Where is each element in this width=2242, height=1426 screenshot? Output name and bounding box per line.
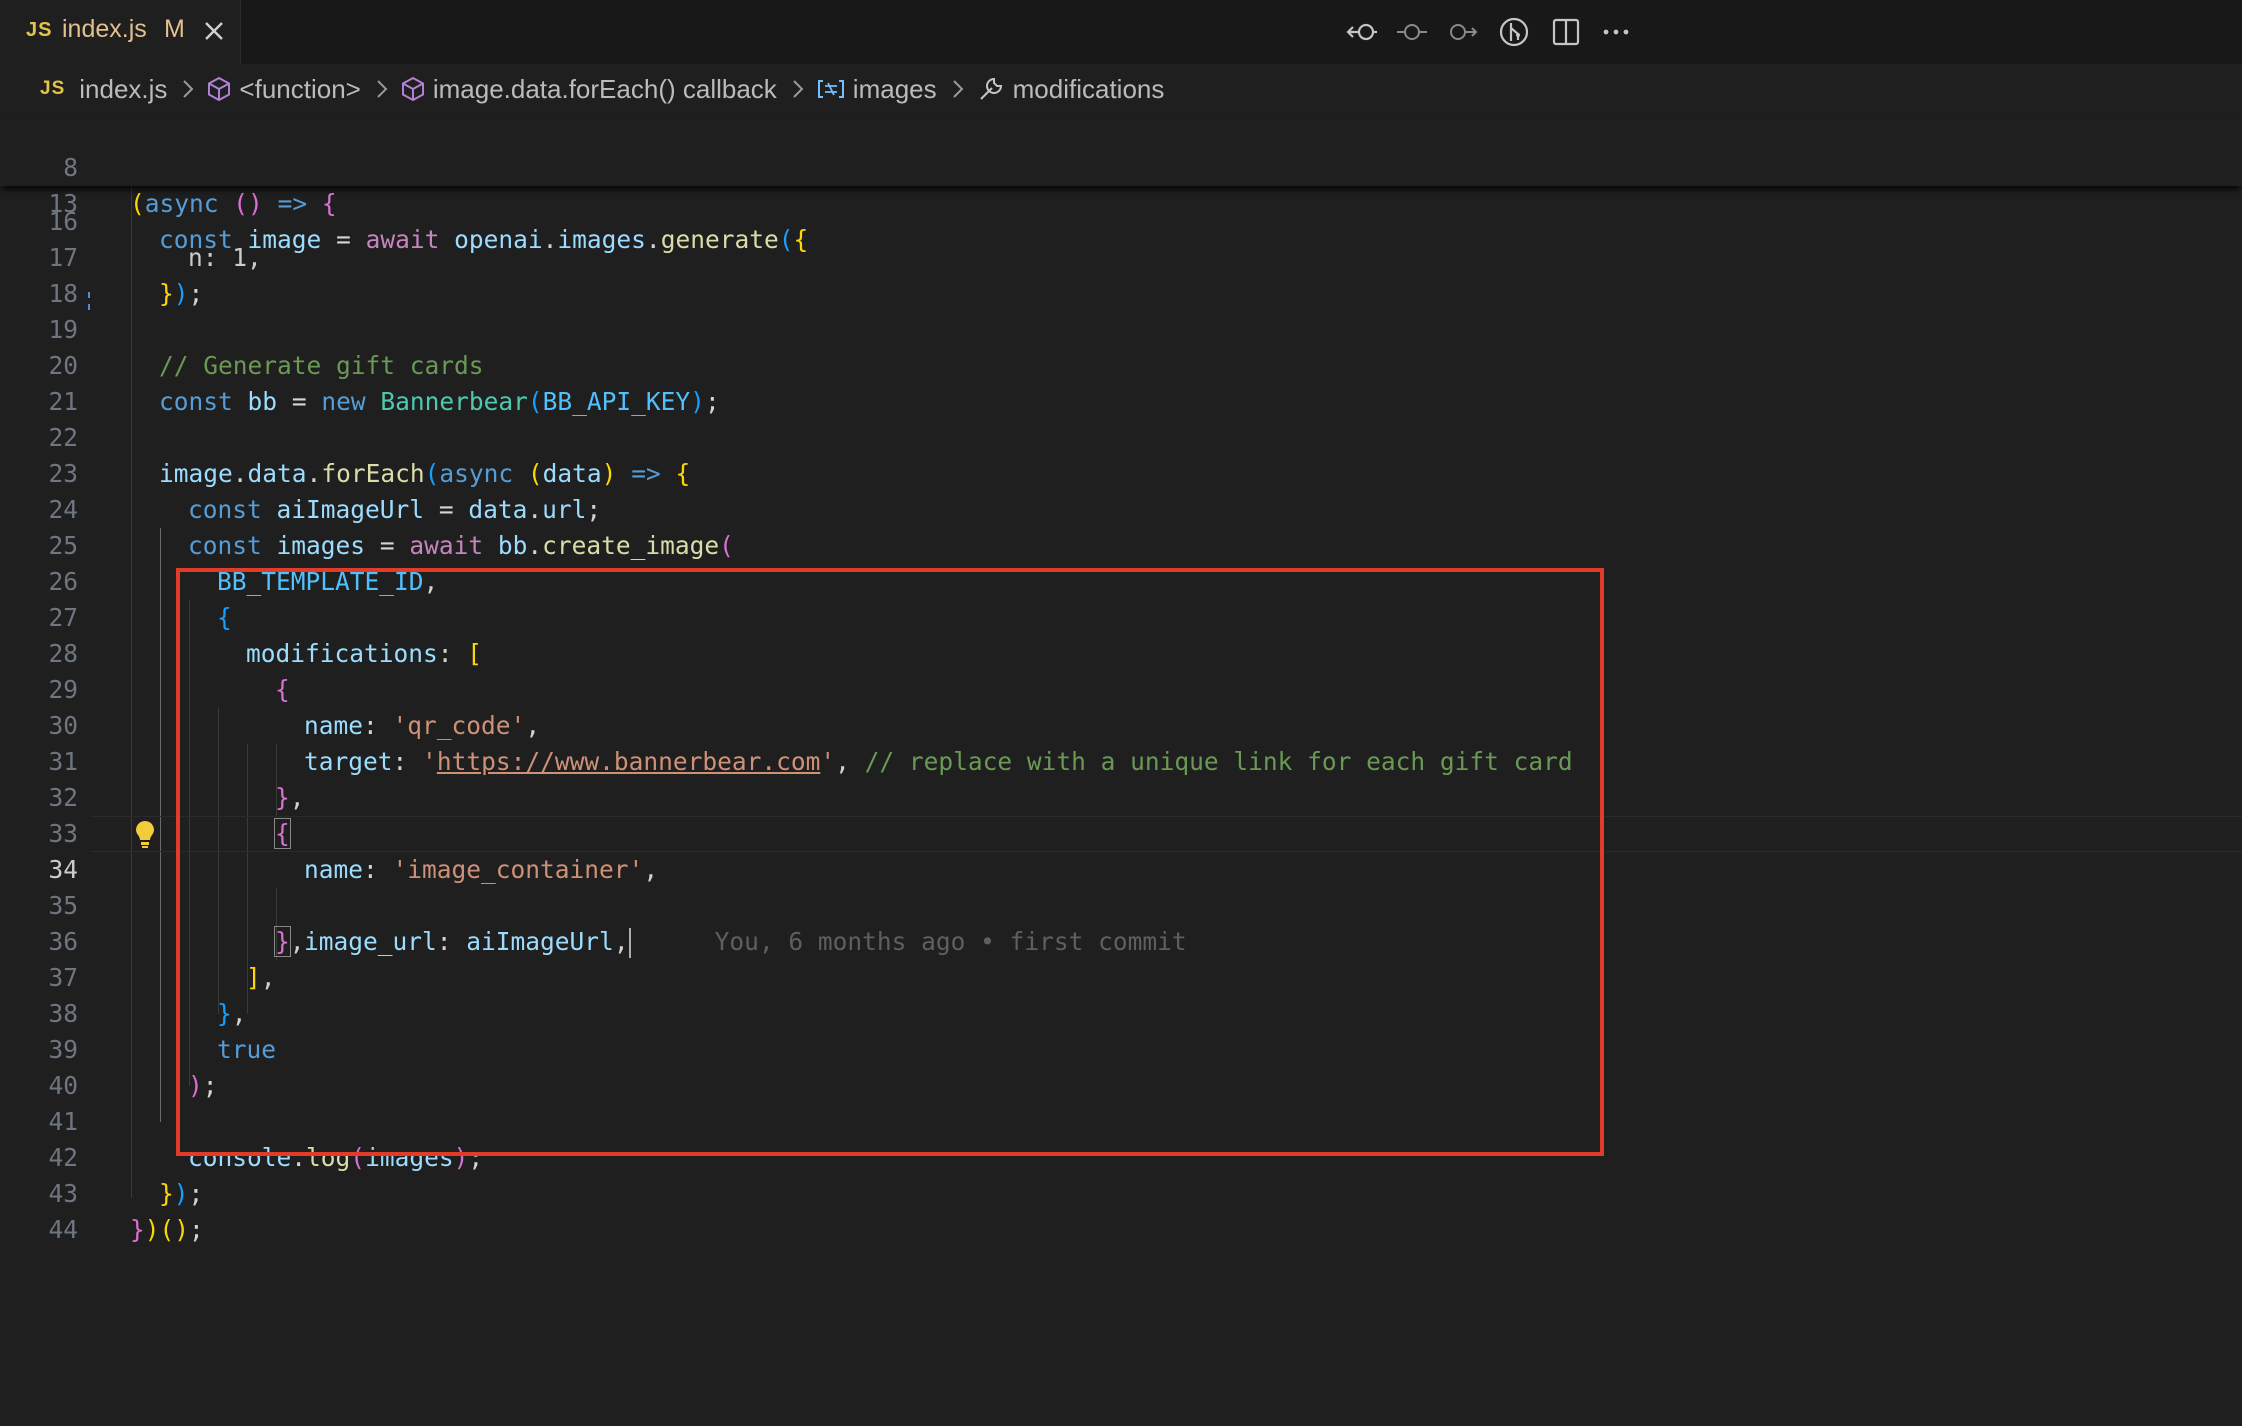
breadcrumb-property-label: modifications [1012, 73, 1165, 104]
code-line[interactable]: 29 name: 'qr_code', [0, 636, 2242, 740]
more-actions-icon[interactable] [1598, 14, 1634, 50]
cube-icon [207, 76, 231, 102]
sticky-line[interactable]: 8 (async () => { [0, 114, 2242, 218]
breadcrumb-callback-label: image.data.forEach() callback [432, 73, 777, 104]
code-line[interactable]: 35 }, [0, 852, 2242, 957]
close-icon[interactable] [200, 14, 228, 48]
previous-change-icon[interactable] [1394, 14, 1430, 50]
chevron-right-icon [375, 78, 389, 100]
code-line[interactable]: 24 const images = await bb.create_image( [0, 456, 2242, 560]
code-line[interactable]: 32 { [0, 744, 2242, 849]
variable-icon [817, 78, 845, 100]
code-line[interactable]: 37 }, [0, 924, 2242, 1028]
breadcrumb: JS index.js <function> image.data.forEac… [0, 64, 2242, 114]
tab-file-name: index.js [62, 15, 147, 43]
code-editor[interactable]: 8 (async () => { 13 const image = await … [0, 114, 2242, 1426]
code-line[interactable]: 43 })(); [0, 1140, 2242, 1244]
code-line[interactable]: 30 target: 'https://www.bannerbear.com',… [0, 672, 2242, 776]
code-line[interactable]: 21 [0, 348, 2242, 416]
breadcrumb-item-property[interactable]: modifications [977, 73, 1165, 105]
code-text: (async () => { [130, 189, 337, 218]
code-line-active[interactable]: 34 image_url: aiImageUrl, You, 6 months a… [0, 816, 2242, 958]
editor-tab-index-js[interactable]: JS index.js M [0, 0, 241, 64]
breadcrumb-function-label: <function> [239, 73, 361, 104]
breadcrumb-item-function[interactable]: <function> [207, 73, 361, 105]
code-line[interactable]: 20 const bb = new Bannerbear(BB_API_KEY)… [0, 312, 2242, 416]
code-line[interactable]: 26 { [0, 528, 2242, 632]
code-line[interactable]: 23 const aiImageUrl = data.url; [0, 420, 2242, 524]
tab-modified-indicator: M [164, 15, 185, 43]
tab-bar: JS index.js M [0, 0, 2242, 65]
code-line[interactable]: 40 [0, 1032, 2242, 1100]
code-text: const image = await openai.images.genera… [159, 225, 809, 254]
javascript-file-icon: JS [26, 19, 53, 41]
cube-icon [401, 76, 425, 102]
chevron-right-icon [181, 78, 195, 100]
code-line[interactable]: 22 image.data.forEach(async (data) => { [0, 384, 2242, 488]
chevron-right-icon [951, 78, 965, 100]
code-line[interactable]: 41 console.log(images); [0, 1068, 2242, 1172]
breadcrumb-item-variable[interactable]: images [817, 74, 937, 105]
breadcrumb-file-label: index.js [79, 73, 168, 104]
code-line[interactable]: 31 }, [0, 708, 2242, 812]
chevron-right-icon [791, 78, 805, 100]
code-line[interactable]: 28 { [0, 600, 2242, 704]
code-line[interactable]: 39 ); [0, 996, 2242, 1100]
breadcrumb-variable-label: images [852, 73, 937, 104]
wrench-icon [977, 75, 1005, 103]
code-line[interactable]: 38 true [0, 960, 2242, 1064]
code-line[interactable]: 44 [0, 1176, 2242, 1244]
next-change-icon[interactable] [1444, 14, 1480, 50]
open-changes-icon[interactable] [1344, 14, 1380, 50]
split-editor-icon[interactable] [1548, 14, 1584, 50]
sticky-line[interactable]: 13 const image = await openai.images.gen… [0, 150, 2242, 254]
lightbulb-icon[interactable] [134, 818, 156, 850]
sticky-scroll-header: 8 (async () => { 13 const image = await … [0, 114, 2242, 254]
javascript-file-icon: JS [40, 78, 66, 99]
code-line[interactable]: 33 name: 'image_container', [0, 780, 2242, 884]
line-number: 13 [48, 189, 78, 218]
code-line[interactable]: 42 }); [0, 1104, 2242, 1208]
code-line[interactable]: 36 ], [0, 888, 2242, 992]
git-graph-icon[interactable] [1496, 14, 1532, 50]
breadcrumb-item-file[interactable]: JS index.js [40, 74, 167, 105]
code-text: })(); [130, 1215, 204, 1244]
code-line[interactable]: 27 modifications: [ [0, 564, 2242, 668]
code-line[interactable]: 25 BB_TEMPLATE_ID, [0, 492, 2242, 596]
code-line[interactable]: 19 // Generate gift cards [0, 276, 2242, 380]
breadcrumb-item-callback[interactable]: image.data.forEach() callback [401, 74, 777, 105]
line-number: 44 [48, 1215, 78, 1244]
